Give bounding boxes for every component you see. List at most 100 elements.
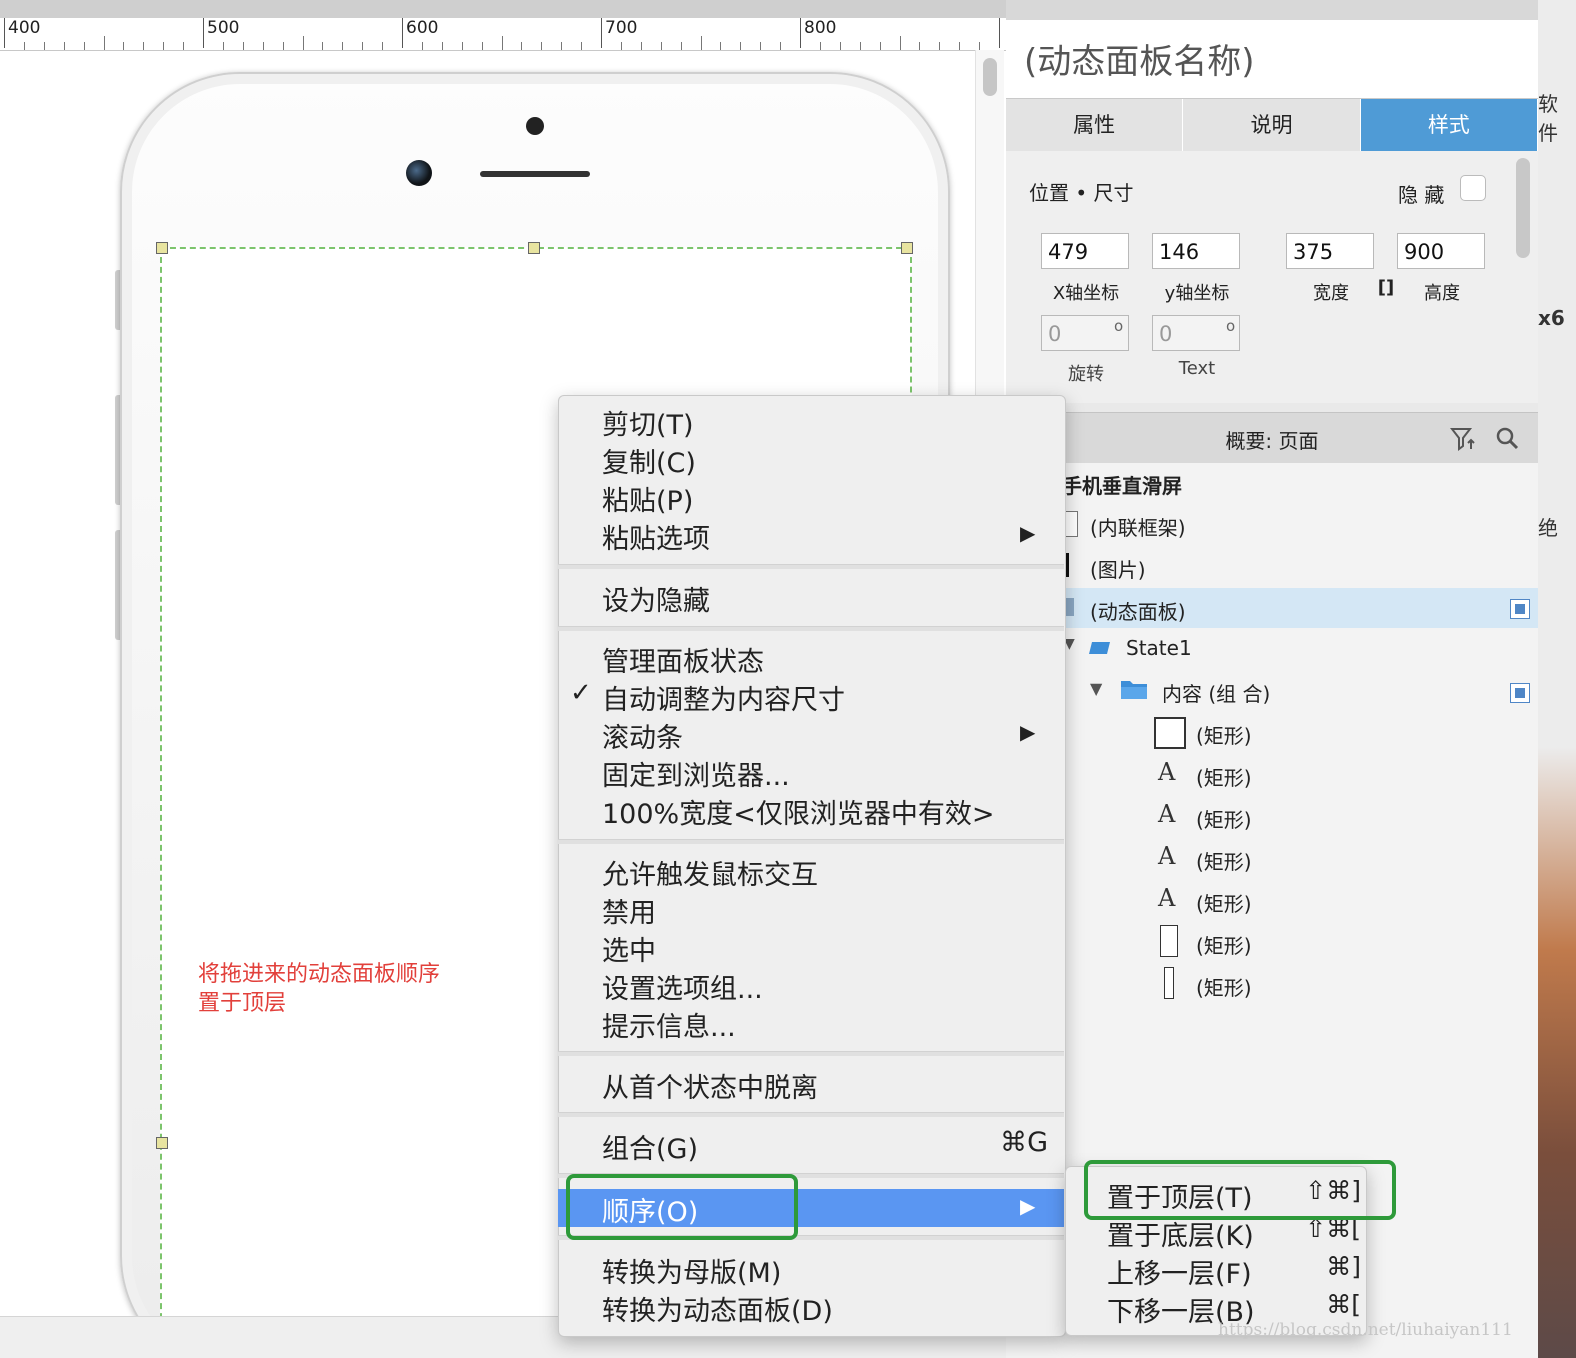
menu-item-set-hidden[interactable]: 设为隐藏 (558, 578, 1064, 617)
ruler-tick (4, 18, 5, 48)
style-panel-scrollbar[interactable] (1516, 158, 1530, 258)
text-a-icon: A (1158, 884, 1176, 912)
ruler-tick (282, 42, 284, 50)
outline-item-text-rectangle[interactable]: A (矩形) (1006, 838, 1538, 878)
annotation-line-1: 将拖进来的动态面板顺序 (198, 962, 441, 987)
resize-handle-top-left[interactable] (156, 242, 168, 254)
outline-item-label: 内容 (组 合) (1162, 682, 1271, 706)
outline-item-label: (矩形) (1196, 892, 1252, 916)
menu-item-convert-master[interactable]: 转换为母版(M) (558, 1250, 1064, 1289)
ruler-tick (720, 42, 722, 50)
outline-item-state1[interactable]: ▼ State1 (1006, 628, 1538, 668)
outline-item-label: (矩形) (1196, 934, 1252, 958)
tab-notes[interactable]: 说明 (1183, 99, 1361, 151)
outline-item-content-group[interactable]: ▼ 内容 (组 合) (1006, 670, 1538, 710)
menu-item-paste[interactable]: 粘贴(P) (558, 478, 1064, 517)
y-coordinate-input[interactable]: 146 (1152, 233, 1240, 269)
menu-item-label: 转换为动态面板(D) (602, 1296, 833, 1327)
menu-item-label: 自动调整为内容尺寸 (602, 685, 845, 716)
menu-item-scrollbars[interactable]: 滚动条 ▶ (558, 715, 1064, 754)
canvas-scroll-thumb[interactable] (983, 58, 997, 96)
menu-item-pin-to-browser[interactable]: 固定到浏览器... (558, 753, 1064, 792)
widget-name-field[interactable]: (动态面板名称) (1024, 34, 1255, 83)
ruler-tick (760, 42, 762, 50)
outline-item-text-rectangle[interactable]: A (矩形) (1006, 796, 1538, 836)
state-icon (1089, 642, 1110, 654)
horizontal-ruler: 400 500 600 700 800 (0, 18, 1006, 51)
lock-ratio-icon[interactable]: [] (1374, 277, 1398, 298)
resize-handle-left[interactable] (156, 1137, 168, 1149)
outline-item-dynamic-panel[interactable]: (动态面板) (1006, 588, 1538, 628)
outline-item-narrow-rectangle[interactable]: (矩形) (1006, 964, 1538, 1004)
ruler-tick (561, 42, 563, 50)
menu-separator (558, 1051, 1064, 1056)
ruler-tick (919, 42, 921, 50)
width-input[interactable]: 375 (1286, 233, 1374, 269)
submenu-arrow-icon: ▶ (1020, 720, 1036, 744)
menu-item-copy[interactable]: 复制(C) (558, 440, 1064, 479)
hide-checkbox[interactable] (1460, 175, 1486, 201)
ruler-tick (222, 42, 224, 50)
menu-item-full-width[interactable]: 100%宽度<仅限浏览器中有效> (558, 791, 1064, 830)
filter-icon[interactable] (1450, 426, 1476, 452)
watermark-text: https://blog.csdn.net/liuhaiyan111 (1218, 1320, 1513, 1340)
phone-sensor-dot (526, 117, 544, 135)
ruler-tick (521, 42, 523, 50)
ruler-tick (322, 42, 324, 50)
visibility-toggle-icon[interactable] (1510, 599, 1530, 619)
menu-item-group[interactable]: 组合(G) ⌘G (558, 1126, 1064, 1165)
phone-speaker (480, 171, 590, 177)
ruler-tick (203, 18, 204, 48)
outline-item-label: (矩形) (1196, 808, 1252, 832)
ruler-tick (262, 42, 264, 50)
rotation-label: 旋转 (1068, 364, 1104, 385)
outline-item-rectangle[interactable]: (矩形) (1006, 712, 1538, 752)
desktop-background-sliver (1538, 0, 1576, 1358)
ruler-tick (103, 36, 105, 50)
menu-item-break-away[interactable]: 从首个状态中脱离 (558, 1065, 1064, 1104)
outline-item-rectangle[interactable]: (矩形) (1006, 922, 1538, 962)
outline-item-image[interactable]: (图片) (1006, 546, 1538, 586)
collapse-arrow-icon[interactable]: ▼ (1090, 679, 1102, 698)
ruler-tick (939, 42, 941, 50)
outline-item-label: (内联框架) (1090, 516, 1186, 540)
resize-handle-top-right[interactable] (901, 242, 913, 254)
menu-item-cut[interactable]: 剪切(T) (558, 402, 1064, 441)
menu-item-paste-options[interactable]: 粘贴选项 ▶ (558, 516, 1064, 555)
ruler-tick (740, 42, 742, 50)
height-input[interactable]: 900 (1397, 233, 1485, 269)
menu-item-tooltip[interactable]: 提示信息... (558, 1004, 1064, 1043)
tab-style[interactable]: 样式 (1360, 99, 1538, 151)
resize-handle-top[interactable] (528, 242, 540, 254)
outline-item-page[interactable]: 手机垂直滑屏 (1006, 462, 1538, 502)
outline-item-inline-frame[interactable]: (内联框架) (1006, 504, 1538, 544)
ruler-tick (143, 42, 145, 50)
position-size-label: 位置 • 尺寸 (1029, 181, 1134, 205)
rectangle-icon (1160, 925, 1178, 957)
narrow-rectangle-icon (1164, 967, 1174, 999)
menu-item-select[interactable]: 选中 (558, 928, 1064, 967)
menu-item-option-group[interactable]: 设置选项组... (558, 966, 1064, 1005)
outline-item-label: (矩形) (1196, 850, 1252, 874)
menu-separator (558, 839, 1064, 844)
menu-item-manage-states[interactable]: 管理面板状态 (558, 639, 1064, 678)
menu-item-disable[interactable]: 禁用 (558, 890, 1064, 929)
ruler-tick (123, 42, 125, 50)
inspector-title-area: (动态面板名称) (1006, 20, 1538, 98)
x-coordinate-input[interactable]: 479 (1041, 233, 1129, 269)
submenu-arrow-icon: ▶ (1020, 1194, 1036, 1218)
submenu-item-bring-forward[interactable]: 上移一层(F) ⌘] (1065, 1251, 1365, 1290)
menu-item-label: 禁用 (602, 898, 656, 929)
outline-item-text-rectangle[interactable]: A (矩形) (1006, 880, 1538, 920)
menu-item-label: 设置选项组... (602, 974, 763, 1005)
menu-item-label: 提示信息... (602, 1012, 736, 1043)
ruler-tick (163, 42, 165, 50)
menu-item-auto-fit[interactable]: ✓ 自动调整为内容尺寸 (558, 677, 1064, 716)
menu-item-allow-mouse[interactable]: 允许触发鼠标交互 (558, 852, 1064, 891)
menu-item-convert-dynamic-panel[interactable]: 转换为动态面板(D) (558, 1288, 1064, 1327)
search-icon[interactable] (1494, 425, 1520, 451)
outline-item-text-rectangle[interactable]: A (矩形) (1006, 754, 1538, 794)
visibility-toggle-icon[interactable] (1510, 683, 1530, 703)
tab-properties[interactable]: 属性 (1006, 99, 1184, 151)
outline-item-label: State1 (1126, 636, 1192, 660)
